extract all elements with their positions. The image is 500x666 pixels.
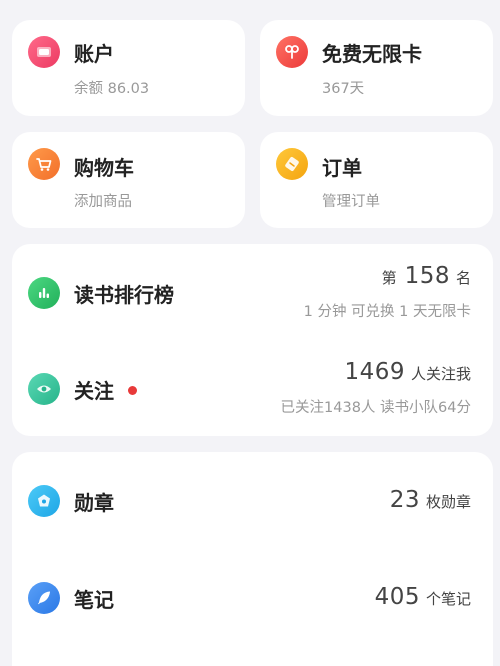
ranking-label: 读书排行榜 [74,283,174,307]
follow-label: 关注 [74,379,114,403]
medals-number: 23 [389,487,420,513]
follow-sub: 已关注1438人 读书小队64分 [280,400,471,416]
key-icon [276,36,308,68]
followers-number: 1469 [344,359,405,385]
notes-unit: 个笔记 [425,590,471,608]
account-title: 账户 [74,42,114,66]
new-follower-dot [128,386,137,395]
ranking-value-line: 第 158 名 [382,263,471,289]
collection-card: 勋章 23 枚勋章 笔记 405 个笔记 [12,452,493,666]
orders-title: 订单 [322,156,362,180]
medals-label: 勋章 [74,491,114,515]
follow-row[interactable]: 关注 1469 人关注我 已关注1438人 读书小队64分 [12,359,493,419]
social-card: 读书排行榜 第 158 名 1 分钟 可兑换 1 天无限卡 关注 1469 人关注我 … [12,244,493,436]
notes-value-line: 405 个笔记 [375,584,471,610]
medal-icon [28,485,60,517]
profile-page: 账户 余额 86.03 免费无限卡 367天 购物车 添加商品 订单 管理订单 … [0,0,500,666]
notes-number: 405 [374,584,420,610]
medals-value-line: 23 枚勋章 [390,487,471,513]
account-balance: 余额 86.03 [74,81,150,97]
ranking-row[interactable]: 读书排行榜 第 158 名 1 分钟 可兑换 1 天无限卡 [12,263,493,323]
free-card-title: 免费无限卡 [322,42,422,66]
eye-icon [28,373,60,405]
ranking-sub: 1 分钟 可兑换 1 天无限卡 [303,304,471,320]
cart-sub: 添加商品 [74,194,132,210]
ranking-unit: 名 [455,269,471,287]
feather-icon [28,582,60,614]
medals-row[interactable]: 勋章 23 枚勋章 [12,471,493,531]
notes-label: 笔记 [74,588,114,612]
notes-row[interactable]: 笔记 405 个笔记 [12,568,493,628]
account-tile[interactable]: 账户 余额 86.03 [12,20,245,116]
ranking-number: 158 [404,263,450,289]
ticket-icon [276,148,308,180]
cart-tile[interactable]: 购物车 添加商品 [12,132,245,228]
ranking-prefix: 第 [381,269,397,287]
cart-title: 购物车 [74,156,134,180]
orders-sub: 管理订单 [322,194,380,210]
followers-unit: 人关注我 [410,365,471,383]
medals-unit: 枚勋章 [425,493,471,511]
free-card-days: 367天 [322,81,365,97]
bar-chart-icon [28,277,60,309]
wallet-icon [28,36,60,68]
follow-value-line: 1469 人关注我 [344,359,471,385]
cart-icon [28,148,60,180]
orders-tile[interactable]: 订单 管理订单 [260,132,493,228]
free-card-tile[interactable]: 免费无限卡 367天 [260,20,493,116]
